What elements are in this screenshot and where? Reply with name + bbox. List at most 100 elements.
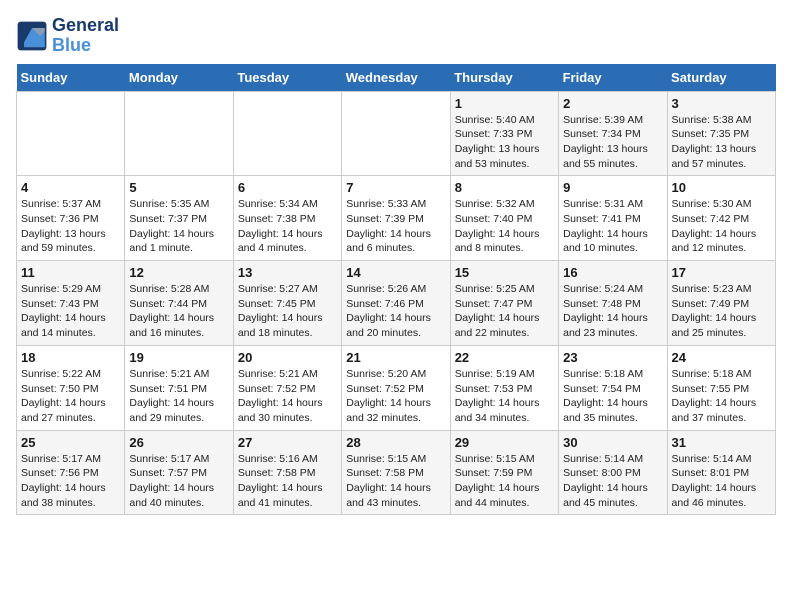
logo-text: General Blue bbox=[52, 16, 119, 56]
day-info: Sunrise: 5:18 AMSunset: 7:55 PMDaylight:… bbox=[672, 367, 771, 426]
day-info: Sunrise: 5:18 AMSunset: 7:54 PMDaylight:… bbox=[563, 367, 662, 426]
day-info: Sunrise: 5:31 AMSunset: 7:41 PMDaylight:… bbox=[563, 197, 662, 256]
day-info: Sunrise: 5:29 AMSunset: 7:43 PMDaylight:… bbox=[21, 282, 120, 341]
calendar-cell: 8 Sunrise: 5:32 AMSunset: 7:40 PMDaylight… bbox=[450, 176, 558, 261]
day-number: 16 bbox=[563, 265, 662, 280]
day-info: Sunrise: 5:14 AMSunset: 8:00 PMDaylight:… bbox=[563, 452, 662, 511]
day-info: Sunrise: 5:40 AMSunset: 7:33 PMDaylight:… bbox=[455, 113, 554, 172]
calendar-cell bbox=[342, 91, 450, 176]
day-number: 20 bbox=[238, 350, 337, 365]
day-number: 1 bbox=[455, 96, 554, 111]
calendar-table: SundayMondayTuesdayWednesdayThursdayFrid… bbox=[16, 64, 776, 516]
day-number: 8 bbox=[455, 180, 554, 195]
calendar-week-2: 4 Sunrise: 5:37 AMSunset: 7:36 PMDaylight… bbox=[17, 176, 776, 261]
day-number: 15 bbox=[455, 265, 554, 280]
calendar-cell: 12 Sunrise: 5:28 AMSunset: 7:44 PMDayligh… bbox=[125, 261, 233, 346]
day-number: 23 bbox=[563, 350, 662, 365]
day-info: Sunrise: 5:15 AMSunset: 7:59 PMDaylight:… bbox=[455, 452, 554, 511]
day-number: 13 bbox=[238, 265, 337, 280]
calendar-cell: 26 Sunrise: 5:17 AMSunset: 7:57 PMDayligh… bbox=[125, 430, 233, 515]
calendar-cell: 3 Sunrise: 5:38 AMSunset: 7:35 PMDaylight… bbox=[667, 91, 775, 176]
day-number: 9 bbox=[563, 180, 662, 195]
calendar-cell: 28 Sunrise: 5:15 AMSunset: 7:58 PMDayligh… bbox=[342, 430, 450, 515]
calendar-cell: 11 Sunrise: 5:29 AMSunset: 7:43 PMDayligh… bbox=[17, 261, 125, 346]
calendar-cell: 13Sunrise: 5:27 AMSunset: 7:45 PMDayligh… bbox=[233, 261, 341, 346]
calendar-cell: 18 Sunrise: 5:22 AMSunset: 7:50 PMDayligh… bbox=[17, 345, 125, 430]
day-info: Sunrise: 5:34 AMSunset: 7:38 PMDaylight:… bbox=[238, 197, 337, 256]
calendar-week-3: 11 Sunrise: 5:29 AMSunset: 7:43 PMDayligh… bbox=[17, 261, 776, 346]
day-info: Sunrise: 5:26 AMSunset: 7:46 PMDaylight:… bbox=[346, 282, 445, 341]
day-number: 12 bbox=[129, 265, 228, 280]
weekday-header-row: SundayMondayTuesdayWednesdayThursdayFrid… bbox=[17, 64, 776, 92]
calendar-cell: 30 Sunrise: 5:14 AMSunset: 8:00 PMDayligh… bbox=[559, 430, 667, 515]
day-number: 24 bbox=[672, 350, 771, 365]
page-header: General Blue bbox=[16, 16, 776, 56]
calendar-cell: 6 Sunrise: 5:34 AMSunset: 7:38 PMDaylight… bbox=[233, 176, 341, 261]
calendar-cell: 16 Sunrise: 5:24 AMSunset: 7:48 PMDayligh… bbox=[559, 261, 667, 346]
calendar-cell: 29 Sunrise: 5:15 AMSunset: 7:59 PMDayligh… bbox=[450, 430, 558, 515]
day-info: Sunrise: 5:24 AMSunset: 7:48 PMDaylight:… bbox=[563, 282, 662, 341]
logo: General Blue bbox=[16, 16, 119, 56]
calendar-cell: 24 Sunrise: 5:18 AMSunset: 7:55 PMDayligh… bbox=[667, 345, 775, 430]
weekday-header-wednesday: Wednesday bbox=[342, 64, 450, 92]
day-info: Sunrise: 5:22 AMSunset: 7:50 PMDaylight:… bbox=[21, 367, 120, 426]
day-number: 17 bbox=[672, 265, 771, 280]
day-number: 29 bbox=[455, 435, 554, 450]
day-number: 3 bbox=[672, 96, 771, 111]
calendar-cell: 20 Sunrise: 5:21 AMSunset: 7:52 PMDayligh… bbox=[233, 345, 341, 430]
calendar-cell: 14 Sunrise: 5:26 AMSunset: 7:46 PMDayligh… bbox=[342, 261, 450, 346]
day-info: Sunrise: 5:17 AMSunset: 7:56 PMDaylight:… bbox=[21, 452, 120, 511]
day-number: 10 bbox=[672, 180, 771, 195]
day-number: 2 bbox=[563, 96, 662, 111]
calendar-cell: 15 Sunrise: 5:25 AMSunset: 7:47 PMDayligh… bbox=[450, 261, 558, 346]
day-info: Sunrise: 5:19 AMSunset: 7:53 PMDaylight:… bbox=[455, 367, 554, 426]
day-info: Sunrise: 5:35 AMSunset: 7:37 PMDaylight:… bbox=[129, 197, 228, 256]
day-number: 25 bbox=[21, 435, 120, 450]
day-number: 4 bbox=[21, 180, 120, 195]
day-number: 18 bbox=[21, 350, 120, 365]
day-number: 11 bbox=[21, 265, 120, 280]
day-number: 22 bbox=[455, 350, 554, 365]
weekday-header-monday: Monday bbox=[125, 64, 233, 92]
day-number: 27 bbox=[238, 435, 337, 450]
calendar-cell: 23 Sunrise: 5:18 AMSunset: 7:54 PMDayligh… bbox=[559, 345, 667, 430]
calendar-week-1: 1 Sunrise: 5:40 AMSunset: 7:33 PMDaylight… bbox=[17, 91, 776, 176]
calendar-cell: 9 Sunrise: 5:31 AMSunset: 7:41 PMDaylight… bbox=[559, 176, 667, 261]
day-info: Sunrise: 5:38 AMSunset: 7:35 PMDaylight:… bbox=[672, 113, 771, 172]
calendar-cell: 21 Sunrise: 5:20 AMSunset: 7:52 PMDayligh… bbox=[342, 345, 450, 430]
weekday-header-sunday: Sunday bbox=[17, 64, 125, 92]
day-info: Sunrise: 5:21 AMSunset: 7:51 PMDaylight:… bbox=[129, 367, 228, 426]
calendar-cell: 7Sunrise: 5:33 AMSunset: 7:39 PMDaylight… bbox=[342, 176, 450, 261]
day-number: 14 bbox=[346, 265, 445, 280]
day-number: 28 bbox=[346, 435, 445, 450]
day-number: 31 bbox=[672, 435, 771, 450]
calendar-cell: 25 Sunrise: 5:17 AMSunset: 7:56 PMDayligh… bbox=[17, 430, 125, 515]
day-info: Sunrise: 5:23 AMSunset: 7:49 PMDaylight:… bbox=[672, 282, 771, 341]
day-info: Sunrise: 5:21 AMSunset: 7:52 PMDaylight:… bbox=[238, 367, 337, 426]
calendar-cell bbox=[17, 91, 125, 176]
calendar-cell: 2Sunrise: 5:39 AMSunset: 7:34 PMDaylight… bbox=[559, 91, 667, 176]
calendar-cell: 1 Sunrise: 5:40 AMSunset: 7:33 PMDaylight… bbox=[450, 91, 558, 176]
calendar-cell: 22 Sunrise: 5:19 AMSunset: 7:53 PMDayligh… bbox=[450, 345, 558, 430]
day-info: Sunrise: 5:15 AMSunset: 7:58 PMDaylight:… bbox=[346, 452, 445, 511]
day-number: 19 bbox=[129, 350, 228, 365]
day-number: 30 bbox=[563, 435, 662, 450]
day-info: Sunrise: 5:20 AMSunset: 7:52 PMDaylight:… bbox=[346, 367, 445, 426]
calendar-cell: 17 Sunrise: 5:23 AMSunset: 7:49 PMDayligh… bbox=[667, 261, 775, 346]
day-info: Sunrise: 5:25 AMSunset: 7:47 PMDaylight:… bbox=[455, 282, 554, 341]
calendar-cell: 31Sunrise: 5:14 AMSunset: 8:01 PMDayligh… bbox=[667, 430, 775, 515]
day-info: Sunrise: 5:37 AMSunset: 7:36 PMDaylight:… bbox=[21, 197, 120, 256]
day-number: 21 bbox=[346, 350, 445, 365]
day-number: 6 bbox=[238, 180, 337, 195]
calendar-cell: 4 Sunrise: 5:37 AMSunset: 7:36 PMDaylight… bbox=[17, 176, 125, 261]
calendar-cell: 19 Sunrise: 5:21 AMSunset: 7:51 PMDayligh… bbox=[125, 345, 233, 430]
day-info: Sunrise: 5:32 AMSunset: 7:40 PMDaylight:… bbox=[455, 197, 554, 256]
calendar-cell: 27 Sunrise: 5:16 AMSunset: 7:58 PMDayligh… bbox=[233, 430, 341, 515]
weekday-header-saturday: Saturday bbox=[667, 64, 775, 92]
day-number: 5 bbox=[129, 180, 228, 195]
day-info: Sunrise: 5:16 AMSunset: 7:58 PMDaylight:… bbox=[238, 452, 337, 511]
day-number: 26 bbox=[129, 435, 228, 450]
day-info: Sunrise: 5:28 AMSunset: 7:44 PMDaylight:… bbox=[129, 282, 228, 341]
day-info: Sunrise: 5:30 AMSunset: 7:42 PMDaylight:… bbox=[672, 197, 771, 256]
day-info: Sunrise: 5:17 AMSunset: 7:57 PMDaylight:… bbox=[129, 452, 228, 511]
